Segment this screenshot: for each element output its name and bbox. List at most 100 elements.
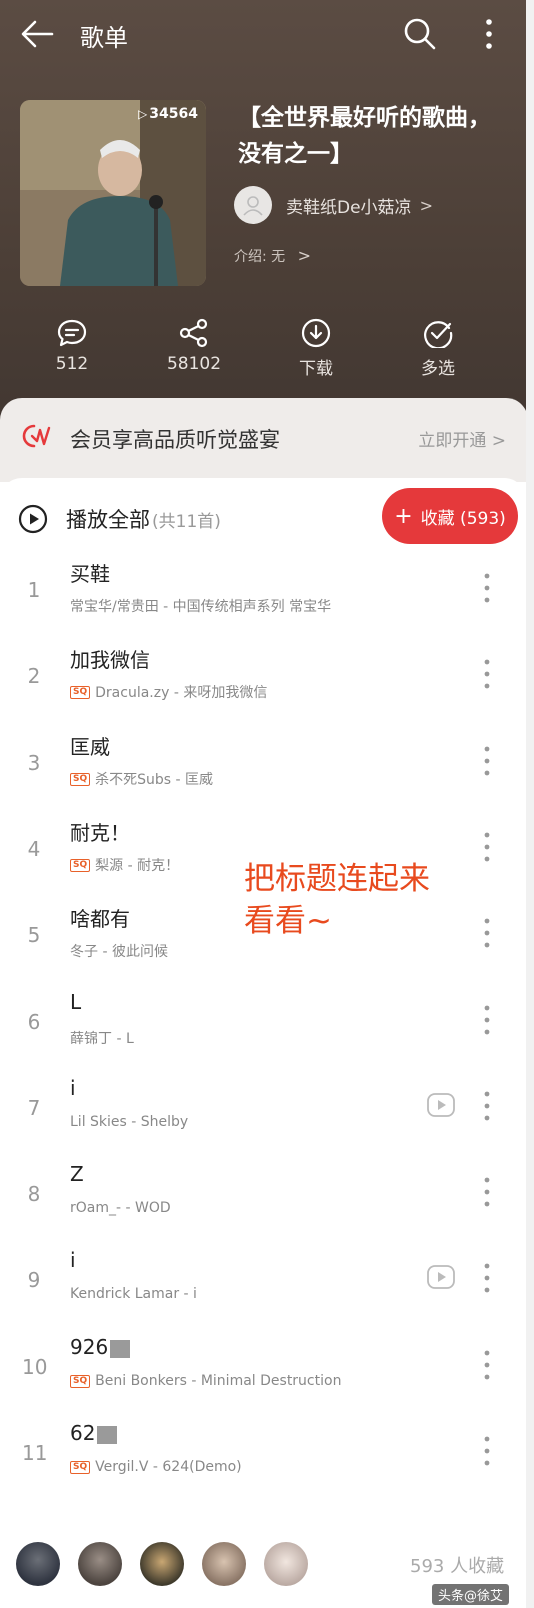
- song-title-text: 加我微信: [70, 648, 150, 672]
- redaction-block: [110, 1339, 131, 1358]
- song-more-icon[interactable]: [480, 656, 494, 692]
- song-row[interactable]: 6 L 薛锦丁 - L: [0, 976, 526, 1064]
- plus-icon: +: [394, 503, 413, 529]
- song-sub-text: 杀不死Subs - 匡威: [95, 772, 214, 788]
- song-more-icon[interactable]: [480, 829, 494, 865]
- sq-quality-badge-icon: SQ: [70, 858, 91, 872]
- song-index: 5: [27, 923, 41, 947]
- song-more-icon[interactable]: [480, 1088, 494, 1124]
- song-more-icon[interactable]: [480, 915, 494, 951]
- song-sub-text: Lil Skies - Shelby: [70, 1114, 189, 1130]
- song-index: 4: [27, 837, 41, 861]
- vip-banner[interactable]: 会员享高品质听觉盛宴 立即开通 >: [0, 398, 528, 482]
- song-sub-text: 薛锦丁 - L: [70, 1031, 134, 1047]
- song-artist-album: Kendrick Lamar - i: [70, 1286, 197, 1302]
- song-sub-text: Dracula.zy - 来呀加我微信: [95, 685, 268, 701]
- sq-quality-badge-icon: SQ: [70, 1460, 91, 1474]
- playlist-title: 【全世界最好听的歌曲，没有之一】: [238, 105, 491, 167]
- song-more-icon[interactable]: [480, 1174, 494, 1210]
- comment-button[interactable]: 512: [12, 318, 132, 374]
- multiselect-button[interactable]: 多选: [378, 318, 498, 379]
- playlist-cover[interactable]: ▷ 34564: [20, 100, 206, 286]
- song-artist-album: SQ Beni Bonkers - Minimal Destruction: [70, 1373, 341, 1389]
- play-count-value: 34564: [149, 106, 198, 122]
- song-title: 匡威: [70, 731, 110, 760]
- vip-logo-icon: [22, 424, 51, 448]
- song-title: 加我微信: [70, 644, 150, 673]
- intro-text: 介绍: 无: [234, 249, 286, 265]
- song-artist-album: SQ 梨源 - 耐克！: [70, 855, 179, 875]
- song-title: 62: [70, 1421, 118, 1445]
- chevron-right-icon: >: [419, 195, 433, 215]
- song-row[interactable]: 2 加我微信 SQ Dracula.zy - 来呀加我微信: [0, 630, 526, 718]
- song-more-icon[interactable]: [480, 1433, 494, 1469]
- collect-button[interactable]: + 收藏 (593): [382, 488, 518, 544]
- song-title-text: Z: [70, 1162, 84, 1186]
- more-vertical-icon[interactable]: [476, 14, 502, 54]
- playlist-intro[interactable]: 介绍: 无 >: [234, 246, 311, 266]
- play-all-label: 播放全部: [66, 508, 150, 532]
- song-more-icon[interactable]: [480, 1260, 494, 1296]
- mv-play-icon[interactable]: [426, 1262, 456, 1292]
- song-title-text: 926: [70, 1335, 109, 1359]
- song-artist-album: SQ 杀不死Subs - 匡威: [70, 769, 213, 789]
- song-row[interactable]: 7 i Lil Skies - Shelby: [0, 1062, 526, 1150]
- creator-avatar: [234, 186, 272, 224]
- collector-avatar: [78, 1542, 122, 1586]
- collect-label: 收藏 (593): [420, 508, 506, 529]
- song-title-text: 耐克！: [70, 821, 130, 845]
- song-title-text: i: [70, 1248, 76, 1272]
- share-count: 58102: [166, 354, 222, 374]
- search-icon[interactable]: [402, 16, 438, 52]
- song-sub-text: Vergil.V - 624(Demo): [95, 1459, 242, 1475]
- song-title: L: [70, 990, 81, 1014]
- download-button[interactable]: 下载: [256, 318, 376, 379]
- vip-open-link[interactable]: 立即开通 >: [418, 426, 506, 451]
- share-button[interactable]: 58102: [134, 318, 254, 374]
- song-more-icon[interactable]: [480, 570, 494, 606]
- song-title-text: i: [70, 1076, 76, 1100]
- annotation-overlay: 把标题连起来 看看~: [244, 858, 430, 942]
- chevron-right-icon: >: [297, 246, 312, 265]
- song-index: 3: [27, 751, 41, 775]
- song-more-icon[interactable]: [480, 1002, 494, 1038]
- annotation-line-2: 看看~: [244, 903, 332, 939]
- song-row[interactable]: 3 匡威 SQ 杀不死Subs - 匡威: [0, 717, 526, 805]
- song-row[interactable]: 10 926 SQ Beni Bonkers - Minimal Destructio…: [0, 1321, 526, 1409]
- song-artist-album: 冬子 - 彼此问候: [70, 941, 168, 961]
- annotation-line-1: 把标题连起来: [244, 861, 430, 897]
- vip-open-label: 立即开通: [418, 431, 487, 451]
- song-index: 7: [27, 1096, 41, 1120]
- multiselect-label: 多选: [421, 359, 455, 379]
- mv-play-icon[interactable]: [426, 1090, 456, 1120]
- song-row[interactable]: 11 62 SQ Vergil.V - 624(Demo): [0, 1407, 526, 1495]
- collector-avatar: [140, 1542, 184, 1586]
- song-title: i: [70, 1076, 76, 1100]
- creator-link[interactable]: 卖鞋纸De小菇凉 >: [234, 186, 433, 224]
- song-index: 1: [27, 578, 41, 602]
- creator-name: 卖鞋纸De小菇凉: [286, 197, 412, 218]
- song-row[interactable]: 1 买鞋 常宝华/常贵田 - 中国传统相声系列 常宝华: [0, 544, 526, 632]
- song-sub-text: 冬子 - 彼此问候: [70, 944, 168, 960]
- song-title-text: 匡威: [70, 735, 110, 759]
- song-sub-text: Beni Bonkers - Minimal Destruction: [95, 1373, 342, 1389]
- song-count: (共11首): [152, 511, 221, 532]
- sq-quality-badge-icon: SQ: [70, 1374, 91, 1388]
- song-title-text: 啥都有: [70, 907, 130, 931]
- collectors-bar[interactable]: 593 人收藏 头条@徐艾: [0, 1536, 526, 1608]
- action-row: 512 58102 下载 多选: [0, 318, 534, 379]
- song-row[interactable]: 9 i Kendrick Lamar - i: [0, 1234, 526, 1322]
- play-all-button[interactable]: 播放全部 (共11首): [18, 504, 221, 534]
- multiselect-icon: [424, 321, 453, 348]
- song-row[interactable]: 8 ZrOam_- - WOD: [0, 1148, 526, 1236]
- song-index: 8: [27, 1182, 41, 1206]
- sq-quality-badge-icon: SQ: [70, 772, 91, 786]
- page-title: 歌单: [80, 24, 128, 52]
- back-arrow-icon[interactable]: [18, 16, 58, 52]
- song-more-icon[interactable]: [480, 743, 494, 779]
- song-more-icon[interactable]: [480, 1347, 494, 1383]
- song-list-panel: 播放全部 (共11首) + 收藏 (593) 1 买鞋 常宝华/常贵田 - 中国传统…: [0, 478, 526, 1608]
- vip-text: 会员享高品质听觉盛宴: [70, 428, 280, 452]
- song-artist-album: 常宝华/常贵田 - 中国传统相声系列 常宝华: [70, 596, 331, 616]
- song-sub-text: 梨源 - 耐克！: [95, 858, 180, 874]
